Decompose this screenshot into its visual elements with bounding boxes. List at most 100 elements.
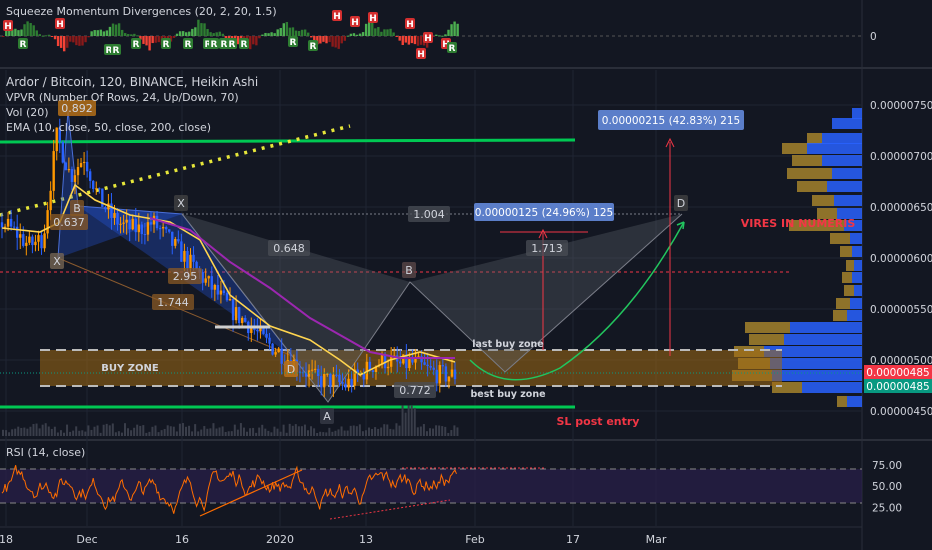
volume-bar xyxy=(267,430,270,436)
squeeze-bar xyxy=(279,27,282,36)
squeeze-bar xyxy=(252,36,255,45)
volume-bar xyxy=(166,425,169,436)
candle-body xyxy=(92,180,95,190)
candle-body xyxy=(350,378,353,386)
vpvr-bar-up xyxy=(836,298,850,309)
squeeze-marker-label: R xyxy=(290,38,297,48)
vpvr-bar-up xyxy=(807,133,822,144)
symbol-title[interactable]: Ardor / Bitcoin, 120, BINANCE, Heikin As… xyxy=(6,75,258,89)
volume-bar xyxy=(246,431,248,436)
candle-body xyxy=(40,235,43,249)
volume-bar xyxy=(81,430,84,436)
squeeze-bar xyxy=(404,36,407,43)
volume-bar xyxy=(230,431,233,436)
volume-bar xyxy=(139,425,142,436)
candle-body xyxy=(234,307,238,321)
squeeze-bar xyxy=(117,23,121,36)
candle-body xyxy=(164,227,168,230)
squeeze-bar xyxy=(401,36,404,46)
candle-body xyxy=(450,369,454,377)
candle-body xyxy=(52,151,55,191)
x-tick-label: 2020 xyxy=(266,533,294,546)
candle-body xyxy=(125,219,128,223)
squeeze-bar xyxy=(157,36,160,43)
volume-bar xyxy=(130,430,133,436)
vpvr-bar-down xyxy=(790,322,862,333)
volume-bar xyxy=(218,427,221,436)
squeeze-marker-label: R xyxy=(221,40,228,50)
volume-bar xyxy=(270,432,273,436)
candle-body xyxy=(0,222,4,228)
squeeze-bar xyxy=(249,36,252,50)
candle-body xyxy=(134,218,137,233)
candle-body xyxy=(195,261,198,269)
volume-bar xyxy=(75,426,78,436)
volume-bar xyxy=(14,428,17,436)
volume-bar xyxy=(172,426,175,436)
volume-bar xyxy=(349,425,352,436)
squeeze-bar xyxy=(142,36,145,44)
squeeze-bar xyxy=(410,36,414,44)
squeeze-bar xyxy=(185,32,188,36)
candle-body xyxy=(219,290,223,295)
squeeze-bar xyxy=(181,31,185,36)
rsi-indicator-title[interactable]: RSI (14, close) xyxy=(6,446,85,459)
squeeze-bar xyxy=(23,24,26,36)
vpvr-bar-up xyxy=(842,272,852,283)
squeeze-indicator-title[interactable]: Squeeze Momentum Divergences (20, 2, 20,… xyxy=(6,5,277,18)
squeeze-bar xyxy=(377,27,380,36)
ema-indicator-title[interactable]: EMA (10, close, 50, close, 200, close) xyxy=(6,121,211,134)
volume-bar xyxy=(310,426,313,436)
candle-body xyxy=(408,359,411,369)
volume-bar xyxy=(291,425,294,436)
squeeze-bar xyxy=(282,23,285,36)
candle-body xyxy=(128,219,131,230)
candle-body xyxy=(171,231,174,246)
volume-bar xyxy=(328,427,331,436)
candle-body xyxy=(116,213,119,225)
candle-body xyxy=(131,218,134,230)
volume-indicator-title[interactable]: Vol (20) xyxy=(6,106,49,119)
volume-bar xyxy=(160,430,163,436)
volume-bar xyxy=(111,423,114,436)
volume-bar xyxy=(17,426,20,436)
volume-bar xyxy=(114,432,117,436)
candle-body xyxy=(192,254,195,262)
squeeze-bar xyxy=(90,31,93,36)
volume-bar xyxy=(371,428,374,436)
candle-body xyxy=(67,169,71,171)
vpvr-bar-down xyxy=(770,358,862,369)
last-buy-zone-label: last buy zone xyxy=(472,339,544,350)
candle-body xyxy=(119,223,122,225)
volume-bar xyxy=(44,423,47,436)
squeeze-bar xyxy=(270,32,273,36)
vpvr-bar-down xyxy=(852,246,862,257)
ratio-0637: 0.637 xyxy=(53,216,85,229)
volume-bar xyxy=(26,428,29,436)
vpvr-bar-up xyxy=(812,195,834,206)
vpvr-bar-up xyxy=(787,168,832,179)
volume-bar xyxy=(334,430,337,436)
candle-body xyxy=(231,298,235,321)
candle-body xyxy=(207,276,210,279)
squeeze-bar xyxy=(236,36,240,45)
volume-bar xyxy=(300,426,303,436)
squeeze-bar xyxy=(96,30,99,36)
volume-bar xyxy=(108,425,111,436)
volume-bar xyxy=(258,427,261,436)
vpvr-bar-down xyxy=(807,143,862,154)
squeeze-bar xyxy=(215,32,218,36)
vpvr-bar-up xyxy=(846,260,854,271)
volume-bar xyxy=(185,426,187,436)
squeeze-bar xyxy=(419,36,423,45)
volume-bar xyxy=(346,430,349,436)
squeeze-bar xyxy=(285,22,289,36)
volume-bar xyxy=(203,426,206,436)
volume-bar xyxy=(221,426,224,436)
volume-bar xyxy=(398,425,401,436)
squeeze-bar xyxy=(258,36,261,39)
vpvr-indicator-title[interactable]: VPVR (Number Of Rows, 24, Up/Down, 70) xyxy=(6,91,239,104)
candle-body xyxy=(228,298,232,301)
candle-body xyxy=(237,307,241,324)
candle-body xyxy=(183,250,186,262)
